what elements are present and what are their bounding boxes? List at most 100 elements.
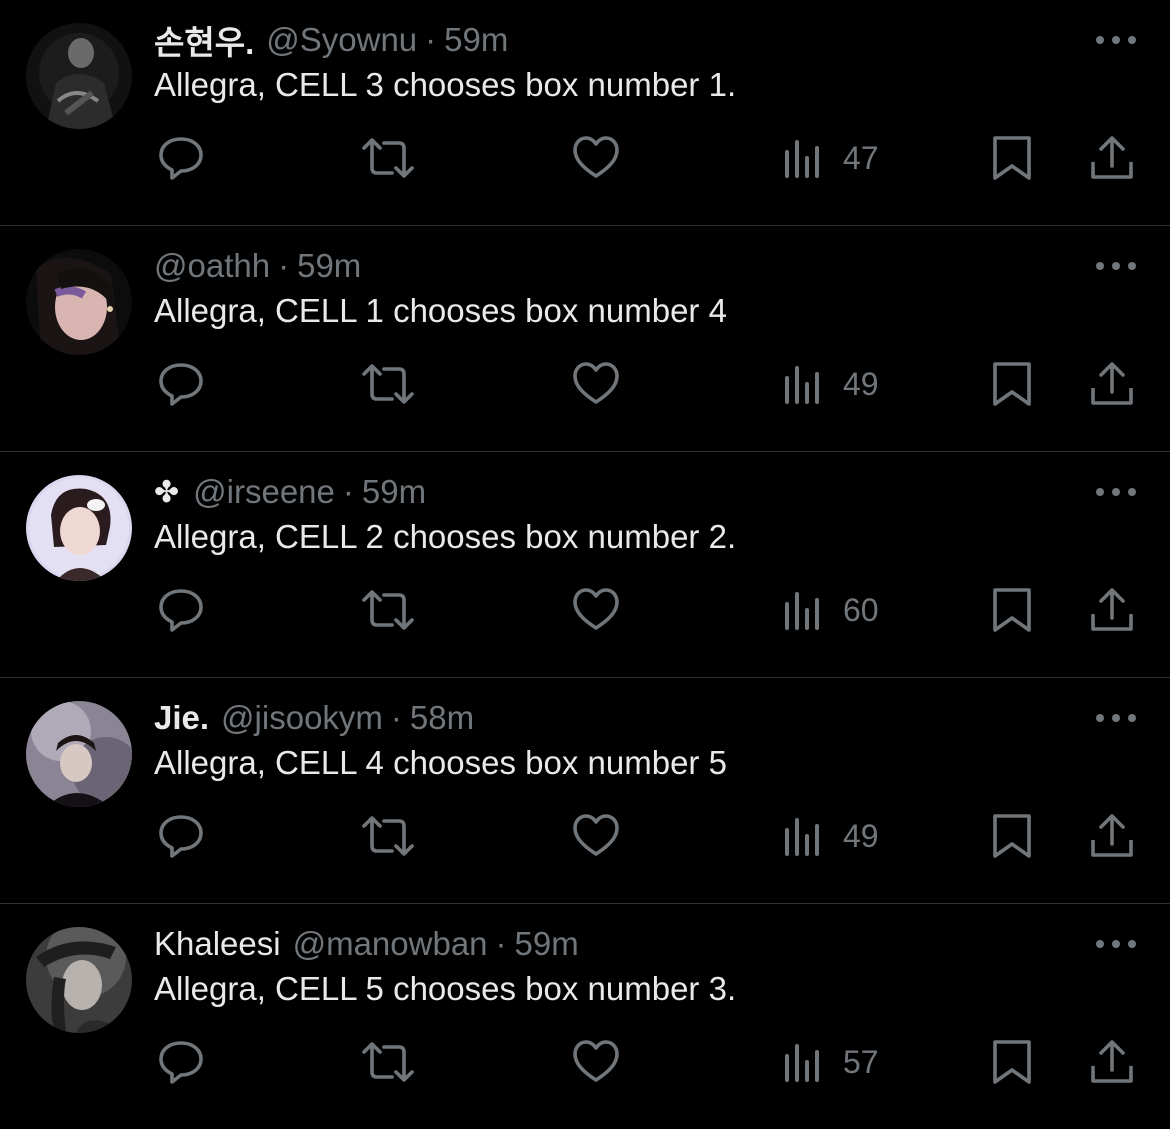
like-button[interactable] [572, 587, 620, 633]
user-handle[interactable]: @irseene [193, 473, 335, 511]
retweet-icon [362, 1042, 414, 1082]
analytics-icon [785, 1044, 819, 1082]
views-button[interactable]: 57 [783, 1039, 879, 1085]
bookmark-icon [993, 588, 1031, 632]
tweet[interactable]: Jie. @jisookym · 58m Allegra, CELL 4 cho… [0, 678, 1170, 903]
tweet-text: Allegra, CELL 4 chooses box number 5 [154, 744, 727, 781]
retweet-button[interactable] [360, 587, 416, 633]
more-options-icon[interactable] [1096, 934, 1136, 954]
share-button[interactable] [1088, 587, 1136, 633]
display-name[interactable]: 손현우. [154, 16, 254, 64]
share-button[interactable] [1088, 813, 1136, 859]
views-button[interactable]: 47 [783, 135, 879, 181]
view-count: 57 [843, 1043, 879, 1080]
tweet[interactable]: Khaleesi @manowban · 59m Allegra, CELL 5… [0, 904, 1170, 1129]
tweet-text: Allegra, CELL 2 chooses box number 2. [154, 518, 737, 555]
retweet-icon [362, 364, 414, 404]
reply-button[interactable] [157, 1039, 205, 1085]
share-icon [1091, 362, 1133, 405]
tweet-actions: 49 [0, 341, 1170, 425]
like-button[interactable] [572, 813, 620, 859]
retweet-button[interactable] [360, 361, 416, 407]
reply-icon [159, 137, 203, 180]
tweet-actions: 47 [0, 115, 1170, 199]
reply-button[interactable] [157, 361, 205, 407]
reply-icon [159, 589, 203, 632]
bookmark-icon [993, 136, 1031, 180]
share-button[interactable] [1088, 361, 1136, 407]
share-button[interactable] [1088, 135, 1136, 181]
view-count: 49 [843, 365, 879, 402]
user-handle[interactable]: @Syownu [266, 21, 417, 59]
tweet[interactable]: 손현우. @Syownu · 59m Allegra, CELL 3 choos… [0, 0, 1170, 225]
tweet[interactable]: @oathh · 59m Allegra, CELL 1 chooses box… [0, 226, 1170, 451]
bookmark-button[interactable] [990, 813, 1034, 859]
timestamp[interactable]: 59m [515, 925, 579, 963]
user-handle[interactable]: @manowban [293, 925, 488, 963]
display-name[interactable]: Khaleesi [154, 925, 281, 963]
separator-dot: · [495, 925, 507, 962]
bookmark-icon [993, 1040, 1031, 1084]
analytics-icon [785, 592, 819, 630]
display-name[interactable]: Jie. [154, 699, 209, 737]
more-options-icon[interactable] [1096, 30, 1136, 50]
timestamp[interactable]: 59m [297, 247, 361, 285]
more-options-icon[interactable] [1096, 256, 1136, 276]
separator-dot: · [342, 473, 354, 510]
share-button[interactable] [1088, 1039, 1136, 1085]
view-count: 47 [843, 139, 879, 176]
bookmark-button[interactable] [990, 1039, 1034, 1085]
avatar[interactable] [26, 927, 132, 1033]
bookmark-button[interactable] [990, 361, 1034, 407]
reply-icon [159, 815, 203, 858]
retweet-button[interactable] [360, 813, 416, 859]
reply-button[interactable] [157, 135, 205, 181]
avatar[interactable] [26, 249, 132, 355]
tweet-header: @oathh · 59m [154, 244, 361, 288]
tweet[interactable]: ✤ @irseene · 59m Allegra, CELL 2 chooses… [0, 452, 1170, 677]
heart-icon [573, 588, 619, 630]
tweet-actions: 60 [0, 567, 1170, 651]
tweet-header: Jie. @jisookym · 58m [154, 696, 474, 740]
analytics-icon [785, 366, 819, 404]
more-options-icon[interactable] [1096, 482, 1136, 502]
tweet-header: 손현우. @Syownu · 59m [154, 18, 508, 62]
avatar[interactable] [26, 475, 132, 581]
analytics-icon [785, 818, 819, 856]
reply-button[interactable] [157, 587, 205, 633]
timestamp[interactable]: 59m [444, 21, 508, 59]
heart-icon [573, 136, 619, 178]
flower-icon: ✤ [154, 475, 180, 509]
bookmark-button[interactable] [990, 135, 1034, 181]
timestamp[interactable]: 59m [362, 473, 426, 511]
timestamp[interactable]: 58m [410, 699, 474, 737]
tweet-text: Allegra, CELL 1 chooses box number 4 [154, 292, 727, 329]
views-button[interactable]: 49 [783, 813, 879, 859]
views-button[interactable]: 60 [783, 587, 879, 633]
heart-icon [573, 1040, 619, 1082]
tweet-header: Khaleesi @manowban · 59m [154, 922, 579, 966]
tweet-actions: 49 [0, 793, 1170, 877]
avatar[interactable] [26, 701, 132, 807]
tweet-text: Allegra, CELL 3 chooses box number 1. [154, 66, 737, 103]
reply-button[interactable] [157, 813, 205, 859]
share-icon [1091, 588, 1133, 631]
separator-dot: · [278, 247, 290, 284]
bookmark-button[interactable] [990, 587, 1034, 633]
like-button[interactable] [572, 1039, 620, 1085]
more-options-icon[interactable] [1096, 708, 1136, 728]
retweet-button[interactable] [360, 1039, 416, 1085]
like-button[interactable] [572, 135, 620, 181]
user-handle[interactable]: @oathh [154, 247, 270, 285]
retweet-icon [362, 816, 414, 856]
heart-icon [573, 362, 619, 404]
analytics-icon [785, 140, 819, 178]
bookmark-icon [993, 814, 1031, 858]
like-button[interactable] [572, 361, 620, 407]
user-handle[interactable]: @jisookym [221, 699, 383, 737]
avatar[interactable] [26, 23, 132, 129]
view-count: 49 [843, 817, 879, 854]
reply-icon [159, 363, 203, 406]
views-button[interactable]: 49 [783, 361, 879, 407]
retweet-button[interactable] [360, 135, 416, 181]
